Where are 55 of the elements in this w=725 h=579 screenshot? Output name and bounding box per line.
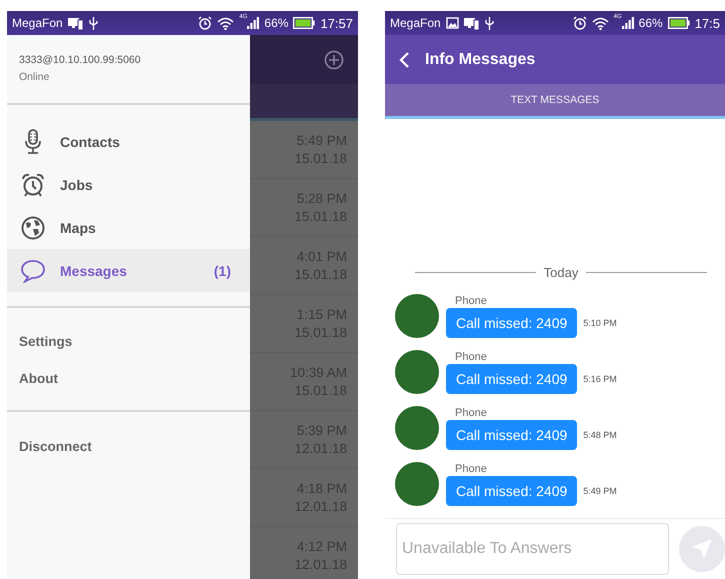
battery-icon (293, 17, 316, 29)
screen-title: Info Messages (425, 50, 536, 68)
date-separator: Today (544, 265, 578, 280)
sender-name: Phone (455, 462, 488, 474)
alarm-icon (198, 16, 212, 30)
message-input[interactable]: Unavailable To Answers (396, 523, 669, 575)
message-time: 5:16 PM (583, 374, 617, 384)
usb-icon (88, 16, 98, 30)
message-bubble: Call missed: 2409 (446, 308, 578, 338)
tab[interactable]: TEXT MESSAGES (385, 84, 725, 119)
battery-percent: 66% (638, 16, 663, 30)
signal-icon (622, 17, 634, 29)
unread-count: (1) (214, 262, 231, 278)
message-time: 5:49 PM (583, 486, 617, 496)
carrier-name: MegaFon (390, 16, 441, 30)
account-status: Online (19, 71, 50, 83)
disconnect-item[interactable]: Disconnect (7, 428, 250, 465)
alarm-clock-icon (21, 172, 45, 196)
battery-percent: 66% (264, 16, 288, 30)
usb-icon (484, 16, 494, 30)
message-time: 5:10 PM (583, 318, 617, 328)
clock-time: 17:57 (320, 16, 353, 30)
account-address: 3333@10.10.100.99:5060 (19, 54, 142, 66)
screen-share-icon (464, 16, 480, 30)
wifi-icon (592, 16, 609, 30)
back-icon[interactable] (399, 52, 411, 68)
sender-name: Phone (455, 406, 488, 418)
image-icon (446, 17, 459, 29)
globe-icon (21, 216, 45, 240)
avatar (395, 406, 439, 450)
drawer-item[interactable]: Contacts (7, 120, 250, 163)
carrier-name: MegaFon (12, 16, 63, 30)
alarm-icon (572, 16, 587, 30)
signal-icon (247, 17, 260, 29)
drawer-item[interactable]: Settings (7, 323, 250, 360)
sender-name: Phone (455, 294, 488, 306)
message-bubble: Call missed: 2409 (446, 476, 578, 506)
sender-name: Phone (455, 350, 488, 362)
wifi-icon (217, 16, 234, 30)
avatar (395, 350, 439, 394)
drawer-item[interactable]: Jobs (7, 163, 250, 206)
drawer-item[interactable]: Messages (1) (7, 249, 250, 292)
message-bubble: Call missed: 2409 (446, 364, 578, 394)
avatar (395, 462, 439, 506)
chat-bubble-icon (20, 258, 46, 282)
screen-share-icon (68, 16, 84, 30)
drawer-item[interactable]: About (7, 360, 250, 397)
drawer-item[interactable]: Maps (7, 206, 250, 249)
avatar (395, 294, 439, 338)
message-bubble: Call missed: 2409 (446, 420, 578, 450)
add-circle-icon[interactable] (324, 50, 344, 70)
clock-time: 17:5 (694, 16, 720, 30)
battery-icon (668, 17, 690, 29)
microphone-icon (25, 128, 41, 154)
message-time: 5:48 PM (583, 430, 617, 440)
